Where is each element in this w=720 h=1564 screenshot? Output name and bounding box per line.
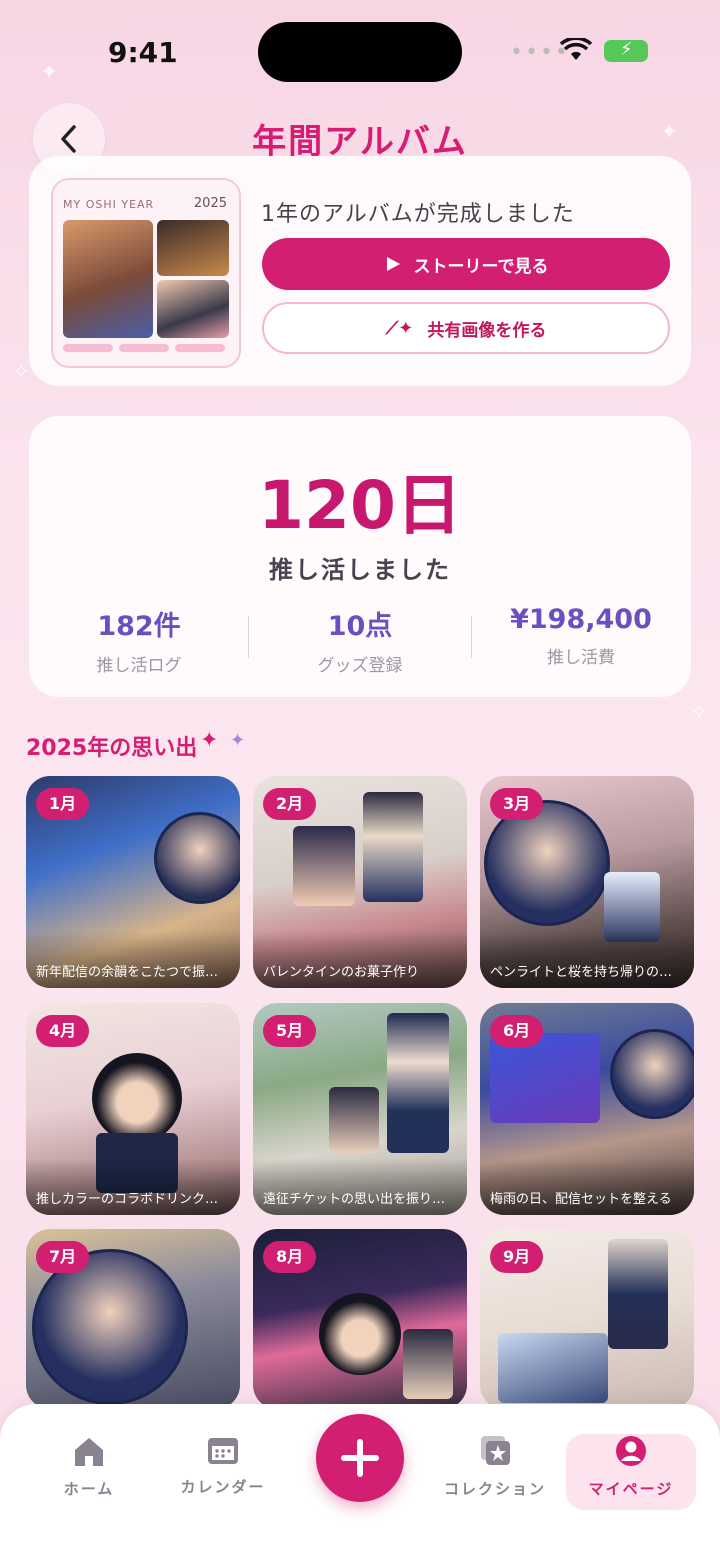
memory-tile-mar[interactable]: 3月 ペンライトと桜を持ち帰りの…	[480, 776, 694, 988]
status-bar: 9:41 •••• ⚡	[0, 0, 720, 100]
nav-home-label: ホーム	[63, 1480, 115, 1498]
add-button[interactable]	[316, 1414, 404, 1502]
nav-mypage-label: マイページ	[588, 1480, 674, 1498]
month-badge: 2月	[263, 788, 317, 820]
sparkle-icon: ✧	[12, 360, 31, 385]
photo-subject	[92, 1053, 182, 1143]
story-button-label: ストーリーで見る	[413, 256, 549, 277]
photo-subject	[608, 1239, 668, 1349]
month-badge: 9月	[490, 1241, 544, 1273]
memories-title: 2025年の思い出	[26, 736, 198, 761]
memory-tile-jun[interactable]: 6月 梅雨の日、配信セットを整える	[480, 1003, 694, 1215]
user-profile-icon	[616, 1436, 646, 1466]
album-photo	[157, 220, 229, 276]
album-progress-bar	[119, 344, 169, 352]
memory-caption: 梅雨の日、配信セットを整える	[480, 1158, 694, 1215]
album-thumbnail[interactable]: MY OSHI YEAR 2025	[51, 178, 241, 368]
photo-subject	[498, 1333, 608, 1403]
month-badge: 1月	[36, 788, 90, 820]
sparkle-icon: ✧	[690, 700, 709, 725]
share-button-label: 共有画像を作る	[427, 320, 547, 341]
total-days: 120日	[258, 467, 462, 544]
month-badge: 8月	[263, 1241, 317, 1273]
nav-collection-label: コレクション	[443, 1480, 546, 1498]
stats-card: 120日 推し活しました 182件 推し活ログ 10点 グッズ登録 ¥198,4…	[29, 416, 691, 697]
memory-tile-jan[interactable]: 1月 新年配信の余韻をこたつで振…	[26, 776, 240, 988]
memory-caption: ペンライトと桜を持ち帰りの…	[480, 931, 694, 988]
stat-value: ¥198,400	[510, 604, 652, 635]
memory-caption: バレンタインのお菓子作り	[253, 931, 467, 988]
total-days-caption: 推し活しました	[269, 556, 451, 584]
photo-subject	[293, 826, 355, 906]
memory-tile-feb[interactable]: 2月 バレンタインのお菓子作り	[253, 776, 467, 988]
stat-label: 推し活ログ	[96, 656, 182, 676]
wifi-icon	[560, 38, 592, 60]
stat-spending: ¥198,400 推し活費	[471, 604, 691, 668]
play-icon	[386, 257, 400, 271]
share-image-button[interactable]: ⟋✦ 共有画像を作る	[262, 302, 670, 354]
memory-caption: 推しカラーのコラボドリンク…	[26, 1158, 240, 1215]
magic-wand-icon: ⟋✦	[385, 317, 414, 339]
divider	[248, 616, 249, 658]
photo-subject	[319, 1293, 401, 1375]
calendar-icon	[208, 1438, 238, 1464]
album-thumb-title: MY OSHI YEAR	[63, 198, 155, 211]
stat-label: グッズ登録	[317, 656, 403, 676]
home-icon	[75, 1438, 103, 1466]
sparkle-icon: ✦	[230, 730, 246, 751]
story-button[interactable]: ストーリーで見る	[262, 238, 670, 290]
memory-tile-jul[interactable]: 7月	[26, 1229, 240, 1409]
stat-label: 推し活費	[547, 648, 615, 668]
month-badge: 4月	[36, 1015, 90, 1047]
nav-collection[interactable]: コレクション	[430, 1434, 560, 1499]
month-badge: 5月	[263, 1015, 317, 1047]
photo-subject	[610, 1029, 694, 1119]
photo-subject	[363, 792, 423, 902]
charging-icon: ⚡	[620, 39, 633, 60]
nav-calendar-label: カレンダー	[180, 1478, 266, 1496]
month-badge: 7月	[36, 1241, 90, 1273]
album-thumb-year: 2025	[193, 196, 227, 211]
stat-value: 182件	[97, 611, 181, 642]
nav-mypage[interactable]: マイページ	[566, 1434, 696, 1499]
month-badge: 3月	[490, 788, 544, 820]
memory-tile-apr[interactable]: 4月 推しカラーのコラボドリンク…	[26, 1003, 240, 1215]
stat-logs: 182件 推し活ログ	[29, 604, 249, 676]
status-time: 9:41	[108, 36, 178, 69]
album-photo	[63, 220, 153, 338]
nav-home[interactable]: ホーム	[24, 1434, 154, 1499]
album-progress-bar	[175, 344, 225, 352]
photo-subject	[154, 812, 240, 904]
album-photo	[157, 280, 229, 338]
sparkle-icon: ✦	[200, 728, 219, 753]
photo-subject	[403, 1329, 453, 1399]
memory-tile-may[interactable]: 5月 遠征チケットの思い出を振り…	[253, 1003, 467, 1215]
dynamic-island	[258, 22, 462, 82]
album-progress-bar	[63, 344, 113, 352]
plus-icon	[341, 1439, 379, 1477]
month-badge: 6月	[490, 1015, 544, 1047]
stat-goods: 10点 グッズ登録	[250, 604, 470, 676]
nav-calendar[interactable]: カレンダー	[158, 1434, 288, 1497]
photo-subject	[329, 1087, 379, 1153]
memory-tile-sep[interactable]: 9月	[480, 1229, 694, 1409]
album-message: 1年のアルバムが完成しました	[261, 202, 575, 227]
album-card: MY OSHI YEAR 2025 1年のアルバムが完成しました ストーリーで見…	[29, 156, 691, 386]
memory-caption: 遠征チケットの思い出を振り…	[253, 1158, 467, 1215]
collection-star-icon	[481, 1436, 510, 1465]
stat-value: 10点	[327, 611, 393, 642]
memory-tile-aug[interactable]: 8月	[253, 1229, 467, 1409]
memory-caption: 新年配信の余韻をこたつで振…	[26, 931, 240, 988]
photo-subject	[387, 1013, 449, 1153]
